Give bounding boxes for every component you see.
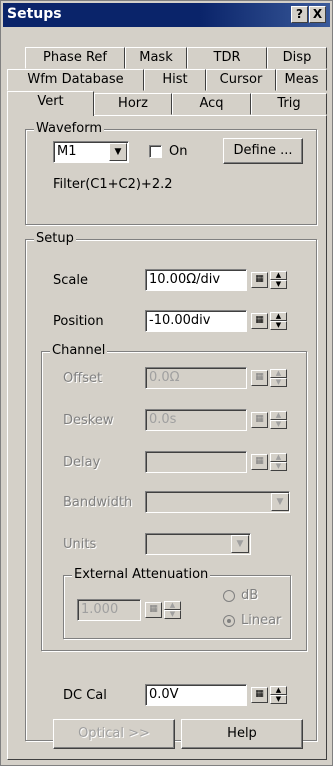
tab-horz[interactable]: Horz (94, 93, 172, 115)
deskew-spinner: ▲ ▼ (270, 411, 287, 429)
setup-legend: Setup (34, 231, 76, 247)
waveform-formula: Filter(C1+C2)+2.2 (53, 177, 173, 192)
deskew-label: Deskew (63, 413, 114, 428)
delay-label: Delay (63, 455, 101, 470)
dc-cal-label: DC Cal (63, 688, 107, 703)
offset-spinner: ▲ ▼ (270, 369, 287, 387)
scale-spinner[interactable]: ▲ ▼ (270, 271, 287, 289)
attenuation-db-radio (223, 590, 235, 602)
attenuation-field: 1.000 (77, 599, 141, 621)
attenuation-keypad-icon: ▦ (145, 602, 162, 618)
close-title-button[interactable]: X (309, 6, 326, 23)
setups-window: Setups ? X Phase Ref Mask TDR Disp Wfm D… (0, 0, 333, 766)
waveform-dropdown-icon[interactable]: ▼ (109, 143, 127, 161)
tab-phase-ref[interactable]: Phase Ref (25, 47, 125, 69)
bandwidth-dropdown-icon: ▼ (271, 493, 289, 511)
bandwidth-label: Bandwidth (63, 495, 133, 510)
position-spinner[interactable]: ▲ ▼ (270, 312, 287, 330)
tab-vert[interactable]: Vert (7, 91, 94, 116)
delay-field (145, 451, 247, 473)
bandwidth-select (145, 491, 290, 513)
optical-button: Optical >> (53, 719, 175, 749)
tab-meas[interactable]: Meas (276, 69, 327, 91)
units-dropdown-icon: ▼ (231, 535, 249, 553)
offset-field: 0.0Ω (145, 367, 247, 389)
tab-mask[interactable]: Mask (125, 47, 187, 69)
scale-field[interactable]: 10.00Ω/div (145, 269, 247, 291)
position-label: Position (53, 314, 104, 329)
attenuation-linear-label: Linear (241, 613, 282, 628)
tab-hist[interactable]: Hist (144, 69, 206, 91)
tab-tdr[interactable]: TDR (187, 47, 267, 69)
tab-wfm-database[interactable]: Wfm Database (7, 69, 144, 91)
scale-keypad-icon[interactable]: ▦ (251, 272, 268, 288)
offset-label: Offset (63, 371, 103, 386)
waveform-on-label: On (169, 144, 188, 159)
deskew-keypad-icon: ▦ (251, 412, 268, 428)
attenuation-linear-radio (223, 615, 235, 627)
position-keypad-icon[interactable]: ▦ (251, 313, 268, 329)
tab-trig[interactable]: Trig (251, 93, 327, 115)
waveform-on-checkbox[interactable] (149, 145, 162, 158)
dc-cal-field[interactable]: 0.0V (145, 684, 247, 706)
waveform-legend: Waveform (34, 121, 104, 137)
dc-cal-keypad-icon[interactable]: ▦ (251, 687, 268, 703)
tab-acq[interactable]: Acq (172, 93, 251, 115)
dc-cal-spinner[interactable]: ▲ ▼ (270, 686, 287, 704)
tab-cursor[interactable]: Cursor (206, 69, 276, 91)
position-field[interactable]: -10.00div (145, 310, 247, 332)
define-button[interactable]: Define ... (223, 138, 303, 164)
channel-legend: Channel (50, 343, 108, 359)
deskew-field: 0.0s (145, 409, 247, 431)
attenuation-spinner: ▲ ▼ (164, 601, 181, 619)
delay-keypad-icon: ▦ (251, 454, 268, 470)
scale-label: Scale (53, 273, 88, 288)
tab-disp[interactable]: Disp (267, 47, 327, 69)
offset-keypad-icon: ▦ (251, 370, 268, 386)
help-button[interactable]: Help (181, 719, 303, 749)
help-title-button[interactable]: ? (291, 6, 308, 23)
delay-spinner: ▲ ▼ (270, 453, 287, 471)
title-bar: Setups ? X (3, 3, 330, 27)
attenuation-legend: External Attenuation (72, 567, 211, 583)
units-label: Units (63, 537, 97, 552)
attenuation-db-label: dB (241, 588, 259, 603)
window-title: Setups (7, 6, 62, 22)
